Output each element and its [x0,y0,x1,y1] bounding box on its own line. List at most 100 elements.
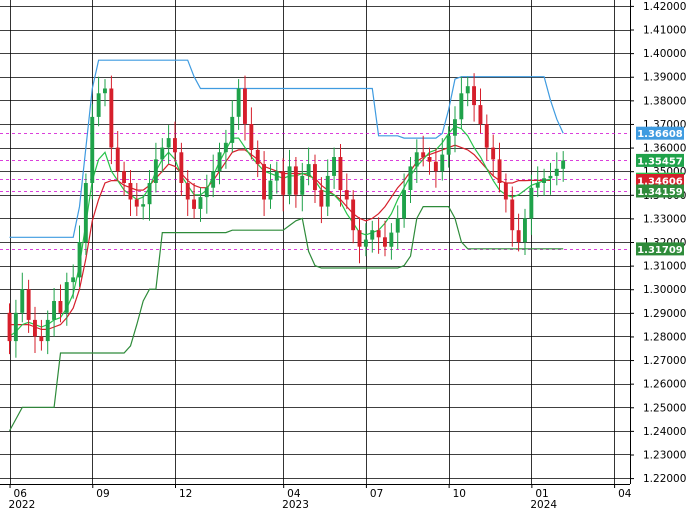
y-tick-label: 1.23000 [643,449,686,461]
y-tick-label: 1.39000 [643,72,686,84]
x-tick-label: 04 [618,488,632,500]
price-badge-label: 1.31709 [637,245,683,256]
candle-body [268,180,273,200]
candle-body [516,230,521,242]
candle-body [363,239,368,247]
candle-body [383,237,387,247]
y-tick-label: 1.36000 [643,143,686,155]
candle-body [313,164,317,191]
x-tick-year-label: 2023 [282,499,309,510]
candle-body [83,183,88,242]
candle-body [33,319,37,337]
candle-body [389,232,394,247]
candle-body [554,168,559,176]
candle-body [109,88,114,148]
x-tick-label: 10 [453,488,466,500]
candle-body [281,171,286,195]
candle-body [58,301,63,313]
candle-body [134,199,139,207]
candle-body [122,171,126,183]
x-tick-year-label: 2024 [530,499,557,510]
candle-body [71,277,76,283]
candle-body [306,164,311,176]
price-badge-label: 1.36608 [637,129,683,140]
candle-body [421,152,426,157]
price-badge-label: 1.35457 [637,156,683,167]
candle-body [211,171,216,188]
candle-body [13,312,18,342]
candle-body [402,190,406,219]
candle-body [20,289,25,313]
y-tick-label: 1.41000 [643,25,686,37]
candle-body [332,157,336,176]
candle-body [427,157,432,162]
candle-body [7,312,12,342]
candle-body [236,88,241,117]
candle-body [115,147,120,172]
candle-body [338,157,343,191]
chart: 1.42000 1.41000 1.40000 1.39000 1.38000 1.370… [0,0,690,511]
candle-body [491,147,496,160]
candle-body [26,289,31,320]
y-tick-label: 1.25000 [643,402,686,414]
candle-body [446,135,451,155]
candle-body [153,159,158,183]
candle-body [249,124,254,150]
candle-body [287,166,292,195]
y-tick-label: 1.29000 [643,308,686,320]
candle-body [39,336,44,342]
candle-body [459,93,464,120]
y-tick-label: 1.24000 [643,426,686,438]
x-axis-ticks: 06202209 12 04202307 10 01202404 [9,484,632,511]
candle-body [414,152,419,167]
candle-body [408,166,413,190]
x-tick-label: 09 [96,488,109,500]
candle-body [45,319,50,342]
candle-body [77,242,82,278]
candle-body [192,199,196,209]
candle-body [325,175,330,207]
candle-body [52,301,56,320]
price-badge-label: 1.34159 [637,187,683,198]
candle-body [198,197,203,209]
candle-body [523,218,527,242]
candle-body [478,105,483,124]
price-badge: 1.34159 [636,184,684,198]
y-tick-label: 1.22000 [643,473,686,485]
candle-body [141,204,146,207]
x-tick-label: 12 [179,488,192,500]
candle-body [561,160,566,169]
candle-body [147,183,152,205]
candle-body [357,230,362,247]
price-badge: 1.31709 [636,242,684,256]
candle-body [64,282,69,313]
candle-body [344,190,349,200]
candle-body [440,154,445,172]
candle-body [484,124,489,148]
candle-body [370,230,375,240]
candle-body [243,88,247,124]
candle-body [395,218,400,233]
candle-body [166,138,171,148]
candle-body [529,187,534,219]
candle-body [274,171,279,181]
candle-body [472,86,476,106]
candle-body [262,164,266,200]
candle-body [510,199,515,231]
y-tick-label: 1.40000 [643,48,686,60]
x-tick-label: 07 [370,488,383,500]
candle-body [230,116,235,143]
candle-body [185,183,190,200]
y-tick-label: 1.30000 [643,284,686,296]
y-tick-label: 1.26000 [643,379,686,391]
y-tick-label: 1.28000 [643,331,686,343]
plot-background [0,0,630,484]
candle-body [255,149,260,165]
candle-body [376,230,381,238]
candle-body [173,138,177,153]
price-badge: 1.36608 [636,126,684,140]
y-tick-label: 1.33000 [643,213,686,225]
candle-body [103,88,107,94]
candle-body [223,142,228,153]
y-tick-label: 1.27000 [643,355,686,367]
